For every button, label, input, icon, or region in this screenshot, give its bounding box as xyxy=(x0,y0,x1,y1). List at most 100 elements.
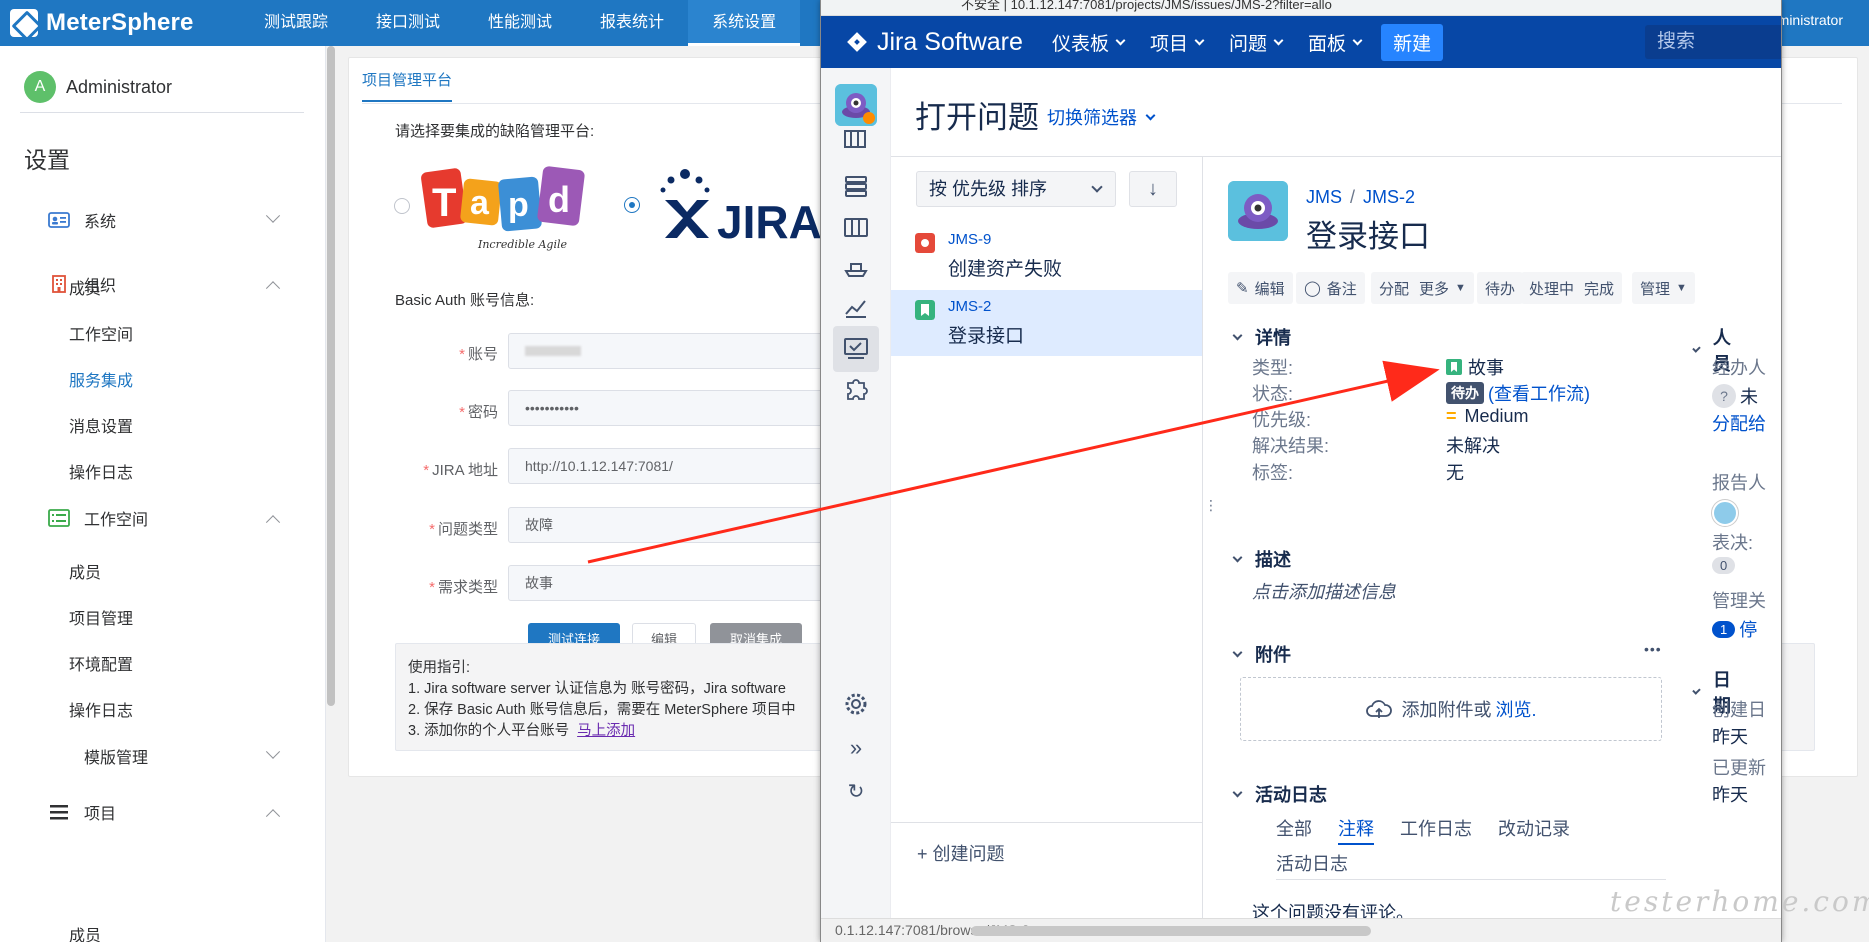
backlog-icon[interactable] xyxy=(843,128,869,152)
in-progress-button[interactable]: 处理中 xyxy=(1521,272,1583,304)
resize-handle[interactable]: ⋮ xyxy=(1204,497,1218,517)
edit-issue-button[interactable]: ✎ 编辑 xyxy=(1228,272,1293,304)
issues-nav-item[interactable] xyxy=(833,326,879,372)
issue-list-item[interactable]: JMS-2 登录接口 xyxy=(891,290,1202,356)
horizontal-scrollbar[interactable] xyxy=(971,926,1371,936)
assign-to-me-link[interactable]: 分配给 xyxy=(1712,410,1766,436)
issue-key: JMS-9 xyxy=(948,231,992,248)
view-workflow-link[interactable]: (查看工作流) xyxy=(1488,380,1590,406)
activity-section-toggle[interactable]: 活动日志 xyxy=(1232,781,1327,807)
tab-history[interactable]: 改动记录 xyxy=(1498,815,1570,845)
field-labels-label: 标签: xyxy=(1252,463,1294,483)
ship-icon[interactable] xyxy=(843,256,869,280)
chart-icon[interactable] xyxy=(843,296,869,320)
chevron-down-icon xyxy=(1232,647,1243,657)
issue-title: 登录接口 xyxy=(1306,219,1430,254)
sort-select[interactable]: 按 优先级 排序 xyxy=(916,171,1116,207)
password-input[interactable]: ••••••••••• xyxy=(508,390,828,426)
switch-filter-button[interactable]: 切换筛选器 xyxy=(1047,104,1156,130)
nav-projects[interactable]: 项目 xyxy=(1150,29,1205,56)
votes-count[interactable]: 0 xyxy=(1712,557,1736,574)
sidebar-item-project-management[interactable]: 项目管理 xyxy=(69,605,133,629)
sidebar-scrollbar[interactable] xyxy=(327,46,335,706)
unassigned-avatar-icon: ? xyxy=(1712,384,1736,408)
issue-list-item[interactable]: JMS-9 创建资产失败 xyxy=(891,223,1202,289)
sidebar-group-workspace[interactable]: 工作空间 xyxy=(0,494,326,542)
nav-boards[interactable]: 面板 xyxy=(1308,29,1363,56)
board-icon[interactable] xyxy=(843,216,869,240)
attachments-more-icon[interactable]: ••• xyxy=(1644,641,1662,657)
sidebar-group-org[interactable]: 组织 xyxy=(0,260,326,308)
jira-url-input[interactable]: http://10.1.12.147:7081/ xyxy=(508,448,828,484)
attachment-dropzone[interactable]: 添加附件或 浏览. xyxy=(1240,677,1662,741)
tab-activity[interactable]: 活动日志 xyxy=(1276,850,1348,876)
sidebar-group-label: 项目 xyxy=(84,806,117,823)
puzzle-icon[interactable] xyxy=(843,377,869,401)
chevron-down-icon xyxy=(1232,787,1243,797)
metersphere-logo-text: MeterSphere xyxy=(46,9,194,36)
manage-button[interactable]: 管理 ▼ xyxy=(1632,272,1695,304)
expand-sidebar-icon[interactable]: » xyxy=(843,736,869,760)
details-section-toggle[interactable]: 详情 xyxy=(1232,324,1291,350)
chevron-down-icon: ▼ xyxy=(1455,282,1466,294)
todo-button[interactable]: 待办 xyxy=(1477,272,1524,304)
sidebar-item-org-log[interactable]: 操作日志 xyxy=(69,459,133,483)
browser-address-bar[interactable]: 不安全 | 10.1.12.147:7081/projects/JMS/issu… xyxy=(821,0,1781,16)
layers-icon[interactable] xyxy=(843,174,869,198)
watchers-value[interactable]: 1停 xyxy=(1712,616,1757,642)
chevron-down-icon xyxy=(1115,35,1126,45)
sidebar-group-system[interactable]: 系统 xyxy=(0,196,326,244)
nav-performance-test[interactable]: 性能测试 xyxy=(464,0,576,46)
breadcrumb-project[interactable]: JMS xyxy=(1306,187,1342,207)
refresh-icon[interactable]: ↻ xyxy=(843,780,869,804)
nav-dashboards[interactable]: 仪表板 xyxy=(1052,29,1126,56)
story-type-input[interactable]: 故事 xyxy=(508,565,828,601)
radio-jira[interactable] xyxy=(624,197,640,213)
comment-button[interactable]: ◯ 备注 xyxy=(1296,272,1365,304)
nav-test-track[interactable]: 测试跟踪 xyxy=(240,0,352,46)
browse-link[interactable]: 浏览. xyxy=(1495,696,1536,722)
account-input[interactable] xyxy=(508,333,828,369)
description-section-toggle[interactable]: 描述 xyxy=(1232,546,1291,572)
created-value: 昨天 xyxy=(1712,727,1748,747)
nav-api-test[interactable]: 接口测试 xyxy=(352,0,464,46)
attachments-section-toggle[interactable]: 附件 xyxy=(1232,641,1291,667)
nav-system-settings[interactable]: 系统设置 xyxy=(688,0,801,46)
tab-project-management-platform[interactable]: 项目管理平台 xyxy=(362,69,453,102)
jira-diamond-icon xyxy=(847,32,867,52)
sidebar-item-message-settings[interactable]: 消息设置 xyxy=(69,413,133,437)
create-button[interactable]: 新建 xyxy=(1381,23,1444,61)
create-issue-button[interactable]: + 创建问题 xyxy=(917,840,1005,866)
sidebar-item-project-members[interactable]: 成员 xyxy=(69,922,101,942)
more-button[interactable]: 更多 ▼ xyxy=(1411,272,1474,304)
breadcrumb-issue[interactable]: JMS-2 xyxy=(1363,187,1415,207)
metersphere-logo[interactable]: MeterSphere xyxy=(10,9,230,37)
tab-all[interactable]: 全部 xyxy=(1276,815,1312,845)
nav-issues[interactable]: 问题 xyxy=(1229,29,1284,56)
nav-report[interactable]: 报表统计 xyxy=(576,0,688,46)
done-button[interactable]: 完成 xyxy=(1576,272,1623,304)
jira-search-input[interactable]: 搜索 xyxy=(1645,25,1781,59)
sidebar-item-org-workspace[interactable]: 工作空间 xyxy=(69,321,133,345)
project-avatar-icon[interactable] xyxy=(835,84,877,126)
jira-logo[interactable]: Jira Software xyxy=(847,28,1047,57)
reporter-avatar xyxy=(1712,500,1738,531)
gear-icon[interactable] xyxy=(843,692,869,716)
issue-type-input[interactable]: 故障 xyxy=(508,507,828,543)
sidebar-item-ws-members[interactable]: 成员 xyxy=(69,559,101,583)
tab-comments[interactable]: 注释 xyxy=(1338,815,1374,845)
comment-icon: ◯ xyxy=(1304,280,1321,297)
add-now-link[interactable]: 马上添加 xyxy=(577,723,635,739)
description-placeholder[interactable]: 点击添加描述信息 xyxy=(1252,578,1396,604)
sort-direction-button[interactable]: ↓ xyxy=(1129,171,1177,207)
sidebar-item-env-config[interactable]: 环境配置 xyxy=(69,651,133,675)
radio-tapd[interactable] xyxy=(394,198,410,214)
sidebar-item-ws-log[interactable]: 操作日志 xyxy=(69,697,133,721)
sidebar-group-template[interactable]: 模版管理 xyxy=(0,732,326,780)
sidebar-group-project[interactable]: 项目 xyxy=(0,788,326,836)
sidebar-item-org-members[interactable]: 成员 xyxy=(69,275,101,299)
svg-text:JIRA: JIRA xyxy=(717,196,822,248)
sidebar-item-service-integration[interactable]: 服务集成 xyxy=(69,367,133,391)
admin-profile[interactable]: A Administrator xyxy=(24,71,172,103)
tab-worklog[interactable]: 工作日志 xyxy=(1400,815,1472,845)
